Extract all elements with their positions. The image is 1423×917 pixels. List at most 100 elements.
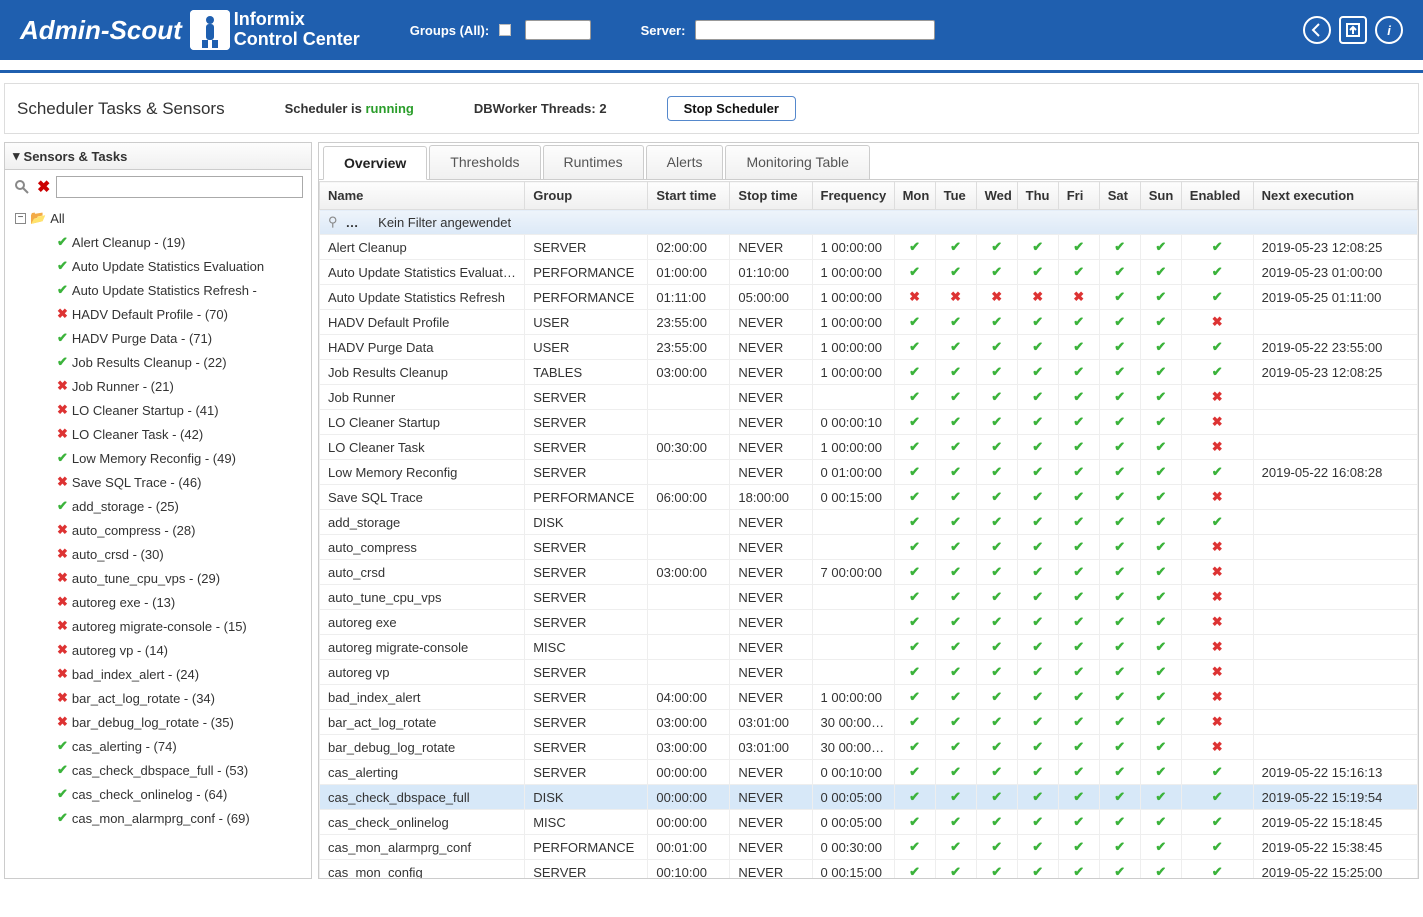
sidebar-search-input[interactable] xyxy=(56,176,303,198)
column-header[interactable]: Stop time xyxy=(730,182,812,210)
tree-item[interactable]: ✖autoreg vp - (14) xyxy=(9,638,307,662)
tree-item[interactable]: ✖HADV Default Profile - (70) xyxy=(9,302,307,326)
search-icon[interactable] xyxy=(13,178,31,196)
table-row[interactable]: cas_alertingSERVER00:00:00NEVER0 00:10:0… xyxy=(320,760,1418,785)
tree-item[interactable]: ✔add_storage - (25) xyxy=(9,494,307,518)
filter-icon[interactable]: ⚲ xyxy=(328,214,338,230)
column-header[interactable]: Sat xyxy=(1099,182,1140,210)
table-row[interactable]: bar_debug_log_rotateSERVER03:00:0003:01:… xyxy=(320,735,1418,760)
tree-item[interactable]: ✖bad_index_alert - (24) xyxy=(9,662,307,686)
check-icon: ✔ xyxy=(1032,614,1043,629)
tree-item[interactable]: ✔Auto Update Statistics Evaluation xyxy=(9,254,307,278)
column-header[interactable]: Frequency xyxy=(812,182,894,210)
column-header[interactable]: Sun xyxy=(1140,182,1181,210)
check-icon: ✔ xyxy=(950,514,961,529)
tab-thresholds[interactable]: Thresholds xyxy=(429,145,540,179)
tree-item[interactable]: ✔Alert Cleanup - (19) xyxy=(9,230,307,254)
tree-item[interactable]: ✖Job Runner - (21) xyxy=(9,374,307,398)
table-row[interactable]: Auto Update Statistics EvaluationPERFORM… xyxy=(320,260,1418,285)
tree-item[interactable]: ✖bar_act_log_rotate - (34) xyxy=(9,686,307,710)
column-header[interactable]: Enabled xyxy=(1181,182,1253,210)
table-row[interactable]: cas_mon_configSERVER00:10:00NEVER0 00:15… xyxy=(320,860,1418,879)
column-header[interactable]: Name xyxy=(320,182,525,210)
tree-item[interactable]: ✔cas_mon_alarmprg_conf - (69) xyxy=(9,806,307,830)
table-row[interactable]: Alert CleanupSERVER02:00:00NEVER1 00:00:… xyxy=(320,235,1418,260)
table-row[interactable]: Auto Update Statistics RefreshPERFORMANC… xyxy=(320,285,1418,310)
table-row[interactable]: cas_mon_alarmprg_confPERFORMANCE00:01:00… xyxy=(320,835,1418,860)
header-bar: Admin-Scout Informix Control Center Grou… xyxy=(0,0,1423,60)
check-icon: ✔ xyxy=(1114,389,1125,404)
groups-checkbox[interactable] xyxy=(499,24,511,36)
check-icon: ✔ xyxy=(1114,714,1125,729)
clear-icon[interactable]: ✖ xyxy=(37,177,50,197)
tab-alerts[interactable]: Alerts xyxy=(646,145,724,179)
table-row[interactable]: bar_act_log_rotateSERVER03:00:0003:01:00… xyxy=(320,710,1418,735)
filter-menu-icon[interactable]: … xyxy=(346,215,359,230)
tree-item[interactable]: ✔Job Results Cleanup - (22) xyxy=(9,350,307,374)
table-row[interactable]: LO Cleaner StartupSERVERNEVER0 00:00:10✔… xyxy=(320,410,1418,435)
groups-select[interactable]: Default ⇅ xyxy=(525,20,590,40)
tree-item[interactable]: ✖autoreg exe - (13) xyxy=(9,590,307,614)
table-row[interactable]: Job RunnerSERVERNEVER✔✔✔✔✔✔✔✖ xyxy=(320,385,1418,410)
tree-item[interactable]: ✔Low Memory Reconfig - (49) xyxy=(9,446,307,470)
column-header[interactable]: Next execution xyxy=(1253,182,1417,210)
tree-item[interactable]: ✖bar_debug_log_rotate - (35) xyxy=(9,710,307,734)
table-row[interactable]: cas_check_dbspace_fullDISK00:00:00NEVER0… xyxy=(320,785,1418,810)
table-row[interactable]: cas_check_onlinelogMISC00:00:00NEVER0 00… xyxy=(320,810,1418,835)
table-row[interactable]: auto_crsdSERVER03:00:00NEVER7 00:00:00✔✔… xyxy=(320,560,1418,585)
check-icon: ✔ xyxy=(1155,664,1166,679)
table-row[interactable]: HADV Default ProfileUSER23:55:00NEVER1 0… xyxy=(320,310,1418,335)
tree-item[interactable]: ✖auto_compress - (28) xyxy=(9,518,307,542)
stop-scheduler-button[interactable]: Stop Scheduler xyxy=(667,96,796,121)
tree-item[interactable]: ✔HADV Purge Data - (71) xyxy=(9,326,307,350)
tree-item[interactable]: ✖LO Cleaner Startup - (41) xyxy=(9,398,307,422)
table-row[interactable]: Job Results CleanupTABLES03:00:00NEVER1 … xyxy=(320,360,1418,385)
column-header[interactable]: Fri xyxy=(1058,182,1099,210)
tree-item[interactable]: ✖LO Cleaner Task - (42) xyxy=(9,422,307,446)
brand-name: Admin-Scout xyxy=(20,15,182,46)
table-row[interactable]: autoreg exeSERVERNEVER✔✔✔✔✔✔✔✖ xyxy=(320,610,1418,635)
check-icon: ✔ xyxy=(991,714,1002,729)
table-row[interactable]: LO Cleaner TaskSERVER00:30:00NEVER1 00:0… xyxy=(320,435,1418,460)
column-header[interactable]: Wed xyxy=(976,182,1017,210)
column-header[interactable]: Thu xyxy=(1017,182,1058,210)
check-icon: ✔ xyxy=(1073,564,1084,579)
column-header[interactable]: Group xyxy=(525,182,648,210)
tree-item[interactable]: ✖autoreg migrate-console - (15) xyxy=(9,614,307,638)
export-icon[interactable] xyxy=(1339,16,1367,44)
column-header[interactable]: Mon xyxy=(894,182,935,210)
server-select[interactable]: informix:ol_scout_ssl@localhost ⇅ xyxy=(695,20,935,40)
tree-item[interactable]: ✔Auto Update Statistics Refresh - xyxy=(9,278,307,302)
table-row[interactable]: auto_compressSERVERNEVER✔✔✔✔✔✔✔✖ xyxy=(320,535,1418,560)
filter-row[interactable]: ⚲ … Kein Filter angewendet xyxy=(320,210,1418,235)
table-row[interactable]: autoreg migrate-consoleMISCNEVER✔✔✔✔✔✔✔✖ xyxy=(320,635,1418,660)
back-icon[interactable] xyxy=(1303,16,1331,44)
sidebar-title[interactable]: ▾ Sensors & Tasks xyxy=(5,143,311,170)
column-header[interactable]: Start time xyxy=(648,182,730,210)
info-icon[interactable]: i xyxy=(1375,16,1403,44)
tab-runtimes[interactable]: Runtimes xyxy=(543,145,644,179)
tree-item[interactable]: ✔cas_alerting - (74) xyxy=(9,734,307,758)
tab-overview[interactable]: Overview xyxy=(323,146,427,180)
column-header[interactable]: Tue xyxy=(935,182,976,210)
tree-item[interactable]: ✔cas_check_dbspace_full - (53) xyxy=(9,758,307,782)
separator xyxy=(0,70,1423,73)
table-row[interactable]: bad_index_alertSERVER04:00:00NEVER1 00:0… xyxy=(320,685,1418,710)
tab-monitoring-table[interactable]: Monitoring Table xyxy=(725,145,869,179)
check-icon: ✔ xyxy=(991,239,1002,254)
table-row[interactable]: Low Memory ReconfigSERVERNEVER0 01:00:00… xyxy=(320,460,1418,485)
collapse-icon[interactable]: − xyxy=(15,213,26,224)
table-row[interactable]: auto_tune_cpu_vpsSERVERNEVER✔✔✔✔✔✔✔✖ xyxy=(320,585,1418,610)
table-row[interactable]: HADV Purge DataUSER23:55:00NEVER1 00:00:… xyxy=(320,335,1418,360)
tree-item[interactable]: ✖auto_tune_cpu_vps - (29) xyxy=(9,566,307,590)
table-row[interactable]: autoreg vpSERVERNEVER✔✔✔✔✔✔✔✖ xyxy=(320,660,1418,685)
tree-root-all[interactable]: − 📂 All xyxy=(9,206,307,230)
tree-item[interactable]: ✖auto_crsd - (30) xyxy=(9,542,307,566)
cross-icon: ✖ xyxy=(1212,539,1223,554)
check-icon: ✔ xyxy=(1032,839,1043,854)
table-row[interactable]: add_storageDISKNEVER✔✔✔✔✔✔✔✔ xyxy=(320,510,1418,535)
tree-item[interactable]: ✔cas_check_onlinelog - (64) xyxy=(9,782,307,806)
table-row[interactable]: Save SQL TracePERFORMANCE06:00:0018:00:0… xyxy=(320,485,1418,510)
check-icon: ✔ xyxy=(1073,464,1084,479)
tree-item[interactable]: ✖Save SQL Trace - (46) xyxy=(9,470,307,494)
